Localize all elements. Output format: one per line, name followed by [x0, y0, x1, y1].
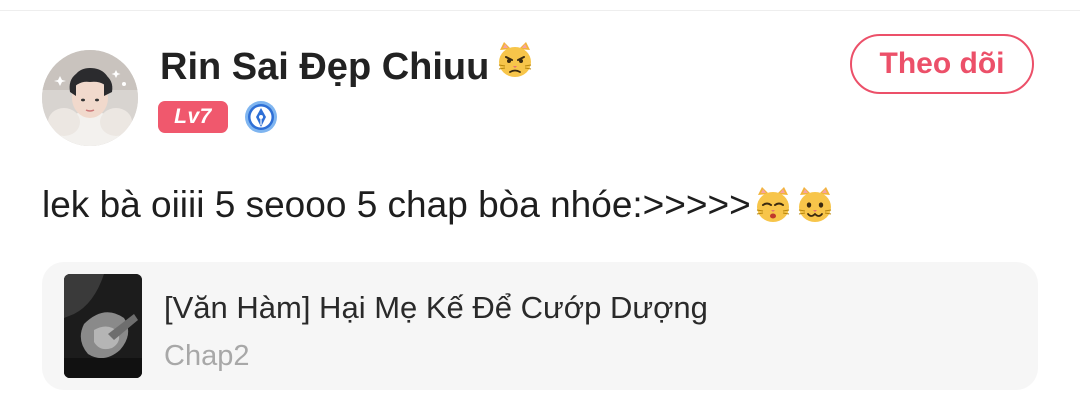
user-badges: Lv7 — [158, 100, 278, 134]
story-chapter: Chap2 — [164, 340, 250, 372]
level-badge: Lv7 — [158, 101, 228, 133]
story-cover-image — [64, 274, 142, 378]
top-divider — [0, 10, 1080, 11]
blue-pen-medal-icon[interactable] — [244, 100, 278, 134]
comment-text: lek bà oiiii 5 seooo 5 chap bòa nhóe:>>>… — [42, 182, 835, 228]
smiling-cat-icon — [798, 187, 831, 222]
avatar[interactable] — [42, 50, 138, 146]
username-text: Rin Sai Đẹp Chiuu — [160, 46, 490, 88]
comment-body: lek bà oiiii 5 seooo 5 chap bòa nhóe:>>>… — [42, 184, 751, 225]
pouting-cat-icon — [495, 40, 535, 91]
follow-button[interactable]: Theo dõi — [850, 34, 1034, 94]
story-card[interactable]: [Văn Hàm] Hại Mẹ Kế Để Cướp Dượng Chap2 — [42, 262, 1038, 390]
kissing-cat-icon — [756, 187, 789, 222]
comment-item: Rin Sai Đẹp Chiuu Lv7 Theo dõi lek bà oi… — [0, 0, 1080, 400]
username[interactable]: Rin Sai Đẹp Chiuu — [160, 42, 535, 91]
story-title: [Văn Hàm] Hại Mẹ Kế Để Cướp Dượng — [164, 290, 708, 325]
